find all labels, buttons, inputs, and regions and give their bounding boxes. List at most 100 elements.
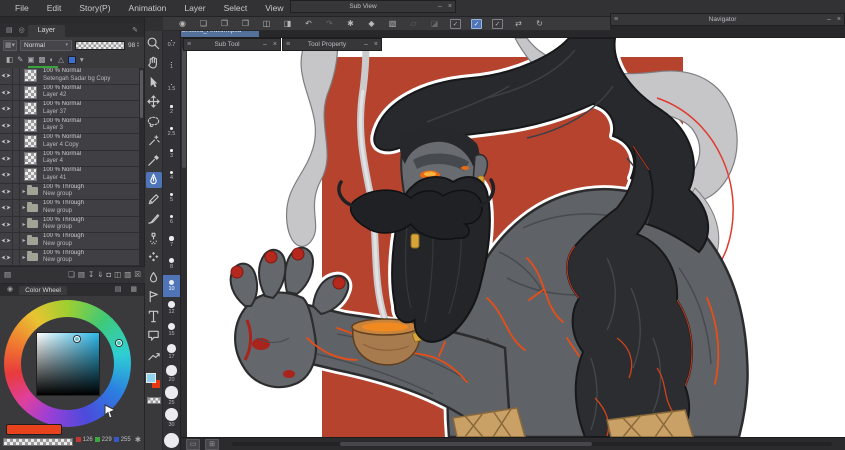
layer-row[interactable]: 100 % NormalLayer 41 [0,167,140,184]
minimize-icon[interactable]: – [435,1,445,12]
transfer-down-icon[interactable]: ↧ [88,268,94,282]
operation-tool[interactable] [146,74,162,90]
minimize-icon[interactable]: – [361,39,371,50]
current-color-swatch[interactable] [6,424,62,435]
layer-visible-icon[interactable] [0,151,13,167]
layer-row[interactable]: 100 % NormalLayer 4 [0,151,140,168]
delete-layer-icon[interactable]: ☒ [134,268,141,282]
new-file-icon[interactable]: ❏ [194,17,213,30]
brush-size-0.7[interactable]: 0.7 [163,33,180,55]
layer-color-chip[interactable] [68,56,76,64]
snap-ruler-icon[interactable]: ✓ [450,19,461,29]
menu-select[interactable]: Select [215,0,257,17]
layer-row[interactable]: ▸100 % ThroughNew group [0,233,140,250]
layer-check-cell[interactable] [13,233,20,249]
layer-row[interactable]: 100 % NormalLayer 3 [0,118,140,135]
brush-size-15[interactable]: 15 [163,319,180,341]
lock-alpha-icon[interactable]: ▩ [38,54,45,66]
layer-row[interactable]: 100 % NormalLayer 4 Copy [0,134,140,151]
layer-list-scrollbar[interactable] [139,68,144,266]
menu-storyp[interactable]: Story(P) [70,0,119,17]
layer-check-cell[interactable] [13,200,20,216]
close-icon[interactable]: × [445,1,455,12]
brush-size-30[interactable]: 30 [163,407,180,429]
eyedropper-tool[interactable] [146,152,162,168]
menu-edit[interactable]: Edit [38,0,71,17]
canvas-fit-icon[interactable]: ▭ [186,439,200,450]
blend-mode-select[interactable]: Normal ▾ [20,40,72,51]
selection-launcher-icon[interactable]: ▧ [383,17,402,30]
panel-menu-icon[interactable]: ▤ [3,25,16,37]
color-slider-tab-icon[interactable]: ▤ [112,284,125,296]
pen-tool[interactable] [146,172,162,188]
brush-size-25[interactable]: 25 [163,385,180,407]
settings-icon[interactable]: ✱ [341,17,360,30]
panel-menu-icon[interactable]: ≡ [184,41,194,48]
layer-check-cell[interactable] [13,167,20,183]
hand-tool[interactable] [146,55,162,71]
flip-canvas-icon[interactable]: ⇄ [509,17,528,30]
transparent-color-swatch[interactable] [3,438,73,446]
lock-layer-icon[interactable]: ▣ [27,54,34,66]
layer-row[interactable]: 100 % NormalLayer 37 [0,101,140,118]
new-layer-icon[interactable]: ❏ [68,268,75,282]
brush-size-7[interactable]: 7 [163,231,180,253]
saturation-value-square[interactable] [36,332,100,396]
layer-visible-icon[interactable] [0,118,13,134]
layer-check-cell[interactable] [13,85,20,101]
tool-property-titlebar[interactable]: ≡ Tool Property – × [282,38,382,51]
selection-tool[interactable] [146,113,162,129]
close-icon[interactable]: × [371,39,381,50]
sv-cursor[interactable] [74,336,80,342]
draft-layer-icon[interactable]: ✎ [17,54,23,66]
export-icon[interactable]: ◫ [257,17,276,30]
correct-line-tool[interactable] [146,347,162,363]
panel-menu-icon[interactable]: ≡ [283,41,293,48]
layer-visible-icon[interactable] [0,85,13,101]
layer-check-cell[interactable] [13,68,20,84]
opacity-value[interactable]: 98 [128,42,135,49]
brush-tool[interactable] [146,211,162,227]
transparent-swatch[interactable] [147,397,161,404]
blend-tool[interactable] [146,269,162,285]
layer-visible-icon[interactable] [0,217,13,233]
snap-special-ruler-icon[interactable]: ✓ [471,19,482,29]
ruler-tool[interactable] [146,289,162,305]
brush-size-12[interactable]: 12 [163,297,180,319]
redo-icon[interactable]: ↷ [320,17,339,30]
layer-check-cell[interactable] [13,184,20,200]
layer-visible-icon[interactable] [0,101,13,117]
menu-file[interactable]: File [6,0,38,17]
layer-search-icon[interactable]: ◎ [16,25,28,37]
panel-edit-icon[interactable]: ✎ [129,25,141,37]
layer-row[interactable]: 100 % NormalSetengah Sadar bg Copy [0,68,140,85]
sub-tool-titlebar[interactable]: ≡ Sub Tool – × [183,38,281,51]
layer-visible-icon[interactable] [0,200,13,216]
menu-view[interactable]: View [256,0,292,17]
disabled-icon-1[interactable]: ▱ [404,17,423,30]
hue-cursor[interactable] [116,340,122,346]
layer-row[interactable]: 100 % NormalLayer 42 [0,85,140,102]
rotate-canvas-icon[interactable]: ↻ [530,17,549,30]
snap-grid-icon[interactable]: ✓ [492,19,503,29]
brush-size-2[interactable]: 2 [163,99,180,121]
publish-icon[interactable]: ◨ [278,17,297,30]
layer-visible-icon[interactable] [0,233,13,249]
color-set-tab-icon[interactable]: ▦ [127,284,140,296]
minimize-icon[interactable]: – [260,39,270,50]
foreground-color-swatch[interactable] [146,373,156,383]
balloon-tool[interactable] [146,328,162,344]
undo-icon[interactable]: ↶ [299,17,318,30]
layer-check-cell[interactable] [13,217,20,233]
navigator-titlebar[interactable]: ≡ Navigator – × [610,13,845,26]
opacity-down-icon[interactable]: ▼ [136,45,139,49]
layer-check-cell[interactable] [13,134,20,150]
canvas-vertical-scrollbar[interactable] [181,38,187,437]
layer-row[interactable]: ▸100 % ThroughNew group [0,250,140,267]
canvas[interactable] [187,38,845,437]
brush-size-20[interactable]: 20 [163,363,180,385]
brush-size-8[interactable]: 8 [163,253,180,275]
layer-visible-icon[interactable] [0,184,13,200]
brush-size-1[interactable]: 1 [163,55,180,77]
brush-size-5[interactable]: 5 [163,187,180,209]
